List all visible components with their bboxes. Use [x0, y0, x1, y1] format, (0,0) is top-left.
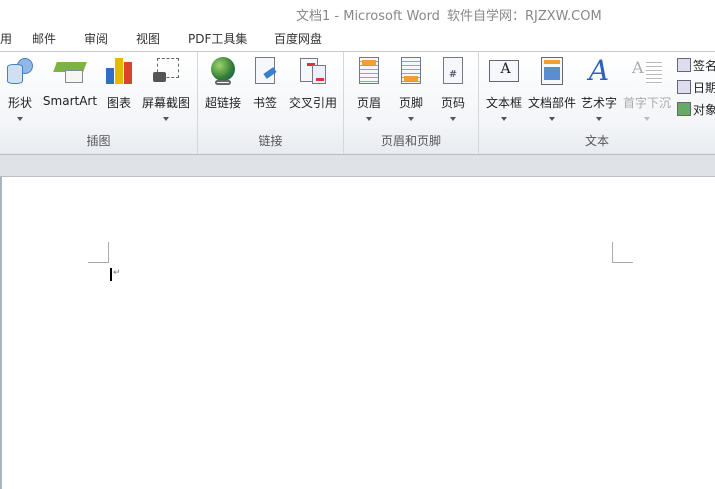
tab-pdf-tools[interactable]: PDF工具集	[188, 30, 247, 47]
cross-reference-icon	[298, 56, 328, 86]
tab-review[interactable]: 审阅	[84, 30, 108, 47]
group-label: 文本	[584, 134, 609, 148]
group-illustrations: 形状 SmartArt 图表 屏幕截图 插图	[0, 52, 198, 154]
document-page[interactable]	[0, 177, 715, 489]
dropdown-arrow-icon	[408, 117, 414, 121]
dropdown-arrow-icon	[366, 117, 372, 121]
group-label: 链接	[258, 134, 283, 148]
tab-view[interactable]: 视图	[136, 30, 160, 47]
tab-mailings[interactable]: 邮件	[32, 30, 56, 47]
tab-references[interactable]: 引用	[0, 30, 12, 47]
dropdown-arrow-icon	[450, 117, 456, 121]
footer-icon	[396, 56, 426, 86]
text-cursor	[110, 268, 112, 281]
drop-cap-icon: A	[632, 56, 662, 86]
screenshot-icon	[151, 56, 181, 86]
group-label: 插图	[86, 134, 111, 148]
bookmark-icon	[250, 56, 280, 86]
calendar-icon	[677, 80, 691, 94]
object-button[interactable]: 对象	[677, 101, 715, 118]
wordart-icon: A	[588, 54, 610, 87]
drop-cap-button[interactable]: A 首字下沉	[623, 56, 671, 121]
smartart-icon	[53, 56, 87, 86]
site-watermark: 软件自学网：RJZXW.COM	[447, 9, 602, 24]
text-box-button[interactable]: A 文本框	[480, 56, 528, 121]
chart-icon	[104, 56, 134, 86]
signature-line-button[interactable]: 签名行	[677, 57, 715, 74]
quick-parts-button[interactable]: 文档部件	[528, 56, 576, 121]
shapes-button[interactable]: 形状	[0, 56, 44, 121]
dropdown-arrow-icon	[163, 117, 169, 121]
window-title: 文档1 - Microsoft Word	[296, 9, 440, 24]
margin-corner-mark	[612, 242, 633, 263]
signature-icon	[677, 58, 691, 72]
text-box-icon: A	[489, 56, 519, 86]
globe-link-icon	[208, 56, 238, 86]
page-number-icon: #	[438, 56, 468, 86]
paragraph-mark: ↵	[113, 268, 121, 278]
group-header-footer: 页眉 页脚 # 页码 页眉和页脚	[344, 52, 479, 154]
quick-parts-icon	[537, 56, 567, 86]
screenshot-button[interactable]: 屏幕截图	[142, 56, 190, 121]
footer-button[interactable]: 页脚	[387, 56, 435, 121]
shapes-icon	[5, 56, 35, 86]
dropdown-arrow-icon	[501, 117, 507, 121]
object-icon	[677, 102, 691, 116]
cross-reference-button[interactable]: 交叉引用	[289, 56, 337, 111]
dropdown-arrow-icon	[644, 117, 650, 121]
tab-baidu-netdisk[interactable]: 百度网盘	[274, 30, 322, 47]
ribbon-tabs: 引用 邮件 审阅 视图 PDF工具集 百度网盘	[0, 26, 715, 52]
group-links: 超链接 书签 交叉引用 链接	[198, 52, 344, 154]
dropdown-arrow-icon	[596, 117, 602, 121]
dropdown-arrow-icon	[17, 117, 23, 121]
page-number-button[interactable]: # 页码	[429, 56, 477, 121]
document-background	[0, 155, 715, 177]
header-icon	[354, 56, 384, 86]
margin-corner-mark	[88, 242, 109, 263]
title-bar: 文档1 - Microsoft Word 软件自学网：RJZXW.COM	[0, 0, 715, 26]
ribbon: 形状 SmartArt 图表 屏幕截图 插图 超链接 书签 交叉引用 链接 页眉…	[0, 52, 715, 155]
dropdown-arrow-icon	[549, 117, 555, 121]
group-label: 页眉和页脚	[380, 134, 441, 148]
date-time-button[interactable]: 日期和时间	[677, 79, 715, 96]
wordart-button[interactable]: A 艺术字	[575, 56, 623, 121]
header-button[interactable]: 页眉	[345, 56, 393, 121]
